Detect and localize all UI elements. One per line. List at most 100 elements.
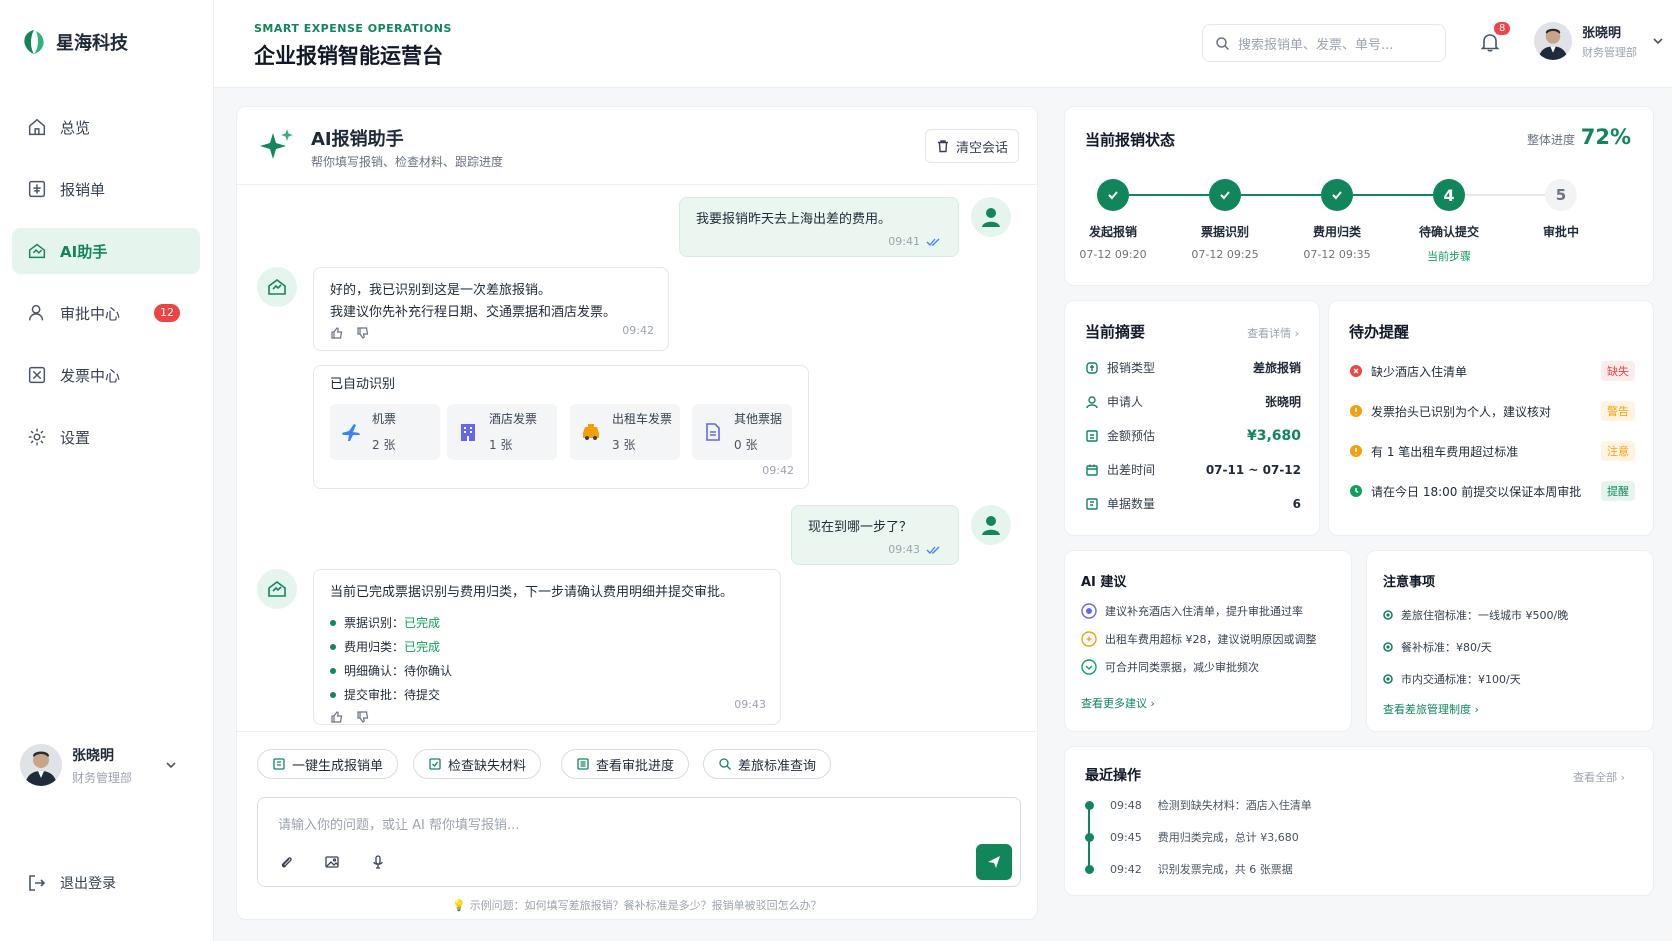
nav-item-ai-assistant[interactable]: AI助手 (12, 228, 200, 274)
item-name: 酒店发票 (489, 412, 538, 426)
quick-action-progress[interactable]: 查看审批进度 (561, 749, 690, 779)
view-details-link[interactable]: 查看详情 › (1247, 325, 1299, 341)
brand[interactable]: 星海科技 (20, 28, 128, 56)
step-label: 待确认提交 (1418, 225, 1479, 239)
summary-row: 出差时间 07-11 ~ 07-12 (1085, 461, 1301, 478)
summary-row: 单据数量 6 (1085, 495, 1301, 512)
clock-icon (1350, 485, 1362, 497)
section-title: AI 建议 (1081, 575, 1127, 590)
quick-action-check[interactable]: 检查缺失材料 (413, 749, 542, 779)
message-line: 我建议你先补充行程日期、交通票据和酒店发票。 (330, 305, 617, 320)
alert-icon (1350, 365, 1362, 377)
home-icon (28, 118, 46, 136)
timeline-dot (1085, 832, 1094, 842)
message-text: 当前已完成票据识别与费用归类，下一步请确认费用明细并提交审批。 (330, 585, 734, 600)
note-item: 市内交通标准：¥100/天 (1383, 671, 1521, 687)
user-check-icon (28, 304, 44, 321)
item-name: 出租车发票 (612, 412, 673, 426)
progress-label: 整体进度 (1526, 133, 1575, 147)
todo-item[interactable]: 缺少酒店入住清单 缺失 (1349, 361, 1635, 381)
logout-button[interactable]: 退出登录 (26, 872, 116, 894)
gear-icon (28, 428, 46, 446)
recognized-item-taxi[interactable]: 出租车发票 3 张 (570, 404, 680, 460)
status-badge: 缺失 (1601, 361, 1635, 381)
nav-item-settings[interactable]: 设置 (12, 414, 200, 460)
check-icon (1108, 191, 1118, 200)
thumbs-down-icon[interactable] (356, 710, 370, 724)
check-doc-icon (429, 758, 441, 770)
page-subtitle: SMART EXPENSE OPERATIONS (254, 22, 452, 35)
lightbulb-icon: 💡 (452, 899, 467, 912)
step-approval: 5 审批中 (1506, 179, 1616, 240)
recognized-item-hotel[interactable]: 酒店发票 1 张 (447, 404, 557, 460)
clear-session-label: 清空会话 (955, 140, 1008, 156)
thumbs-up-icon[interactable] (330, 710, 344, 724)
quick-action-label: 查看审批进度 (596, 758, 675, 774)
item-count: 2 张 (372, 438, 396, 452)
ai-bot-icon (268, 279, 286, 295)
paperclip-icon (281, 857, 292, 868)
avatar (20, 744, 62, 786)
todo-item[interactable]: 发票抬头已识别为个人，建议核对 警告 (1349, 401, 1635, 421)
page-title: 企业报销智能运营台 (254, 44, 443, 68)
recognized-docs-card: 已自动识别 机票 2 张 酒店发票 1 张 出租车发票 3 张 其他票据 0 张 09:… (313, 365, 809, 489)
recognized-item-flight[interactable]: 机票 2 张 (330, 404, 440, 460)
nav-item-approval[interactable]: 审批中心 12 (12, 290, 200, 336)
section-title: 当前摘要 (1085, 323, 1146, 341)
view-all-link[interactable]: 查看全部 › (1573, 769, 1625, 785)
image-button[interactable] (316, 846, 348, 878)
todo-item[interactable]: 请在今日 18:00 前提交以保证本周审批 提醒 (1349, 481, 1635, 501)
expense-type-icon (1086, 361, 1098, 374)
list-item: 提交审批： 待提交 (330, 684, 764, 706)
amount-icon (1086, 429, 1098, 442)
chat-composer[interactable]: 请输入你的问题，或让 AI 帮你填写报销... (257, 797, 1021, 887)
travel-policy-link[interactable]: 查看差旅管理制度 › (1383, 701, 1479, 717)
send-button[interactable] (976, 844, 1012, 880)
timeline-dot (1085, 864, 1094, 874)
summary-row: 报销类型 差旅报销 (1085, 359, 1301, 376)
voice-button[interactable] (362, 846, 394, 878)
documents-icon (1086, 497, 1098, 510)
todo-item[interactable]: 有 1 笔出租车费用超过标准 注意 (1349, 441, 1635, 461)
user-icon (982, 516, 1000, 535)
activity-item: 09:42 识别发票完成，共 6 张票据 (1085, 861, 1293, 877)
quick-action-standard[interactable]: 差旅标准查询 (703, 749, 832, 779)
brand-name: 星海科技 (56, 33, 128, 54)
divider (237, 731, 1037, 732)
suggestion-item: 可合并同类票据，减少审批频次 (1081, 659, 1259, 675)
header-user-menu[interactable]: 张晓明 财务管理部 (1534, 22, 1665, 60)
clear-session-button[interactable]: 清空会话 (924, 129, 1019, 163)
ai-avatar (257, 267, 297, 307)
hint-text: 示例问题：如何填写差旅报销？餐补标准是多少？报销单被驳回怎么办？ (469, 899, 822, 912)
quick-action-label: 差旅标准查询 (738, 758, 817, 774)
thumbs-up-icon[interactable] (330, 326, 344, 340)
attach-button[interactable] (270, 846, 302, 878)
step-number: 5 (1545, 179, 1577, 211)
form-icon (273, 758, 285, 770)
nav-item-overview[interactable]: 总览 (12, 104, 200, 150)
item-name: 机票 (372, 412, 397, 426)
thumbs-down-icon[interactable] (356, 326, 370, 340)
more-suggestions-link[interactable]: 查看更多建议 › (1081, 695, 1155, 711)
message-time: 09:41 (888, 235, 920, 248)
section-title: 当前报销状态 (1085, 131, 1176, 149)
nav-item-expense[interactable]: 报销单 (12, 166, 200, 212)
progress-list: 票据识别： 已完成 费用归类： 已完成 明细确认： 待你确认 提交审批： 待提交 (330, 612, 764, 706)
sidebar: 星海科技 总览 报销单 AI助手 审批中心 12 发票中心 设置 张晓明 财务管… (0, 0, 214, 941)
message-time: 09:42 (762, 464, 794, 477)
activity-text: 识别发票完成，共 6 张票据 (1157, 863, 1293, 876)
search-input[interactable]: 搜索报销单、发票、单号... (1202, 24, 1446, 62)
nav-item-invoice[interactable]: 发票中心 (12, 352, 200, 398)
ai-avatar (257, 569, 297, 609)
sidebar-user-menu[interactable]: 张晓明 财务管理部 (20, 744, 178, 786)
quick-action-generate[interactable]: 一键生成报销单 (257, 749, 399, 779)
brand-logo-icon (24, 30, 44, 54)
recognized-item-other[interactable]: 其他票据 0 张 (692, 404, 792, 460)
summary-row: 申请人 张晓明 (1085, 393, 1301, 410)
section-title: 最近操作 (1085, 768, 1141, 784)
step-time: 当前步骤 (1427, 250, 1471, 263)
info-icon (1081, 603, 1097, 619)
sparkle-icon (260, 129, 293, 159)
ai-bot-icon (268, 581, 286, 597)
bullet-icon (1383, 610, 1393, 620)
